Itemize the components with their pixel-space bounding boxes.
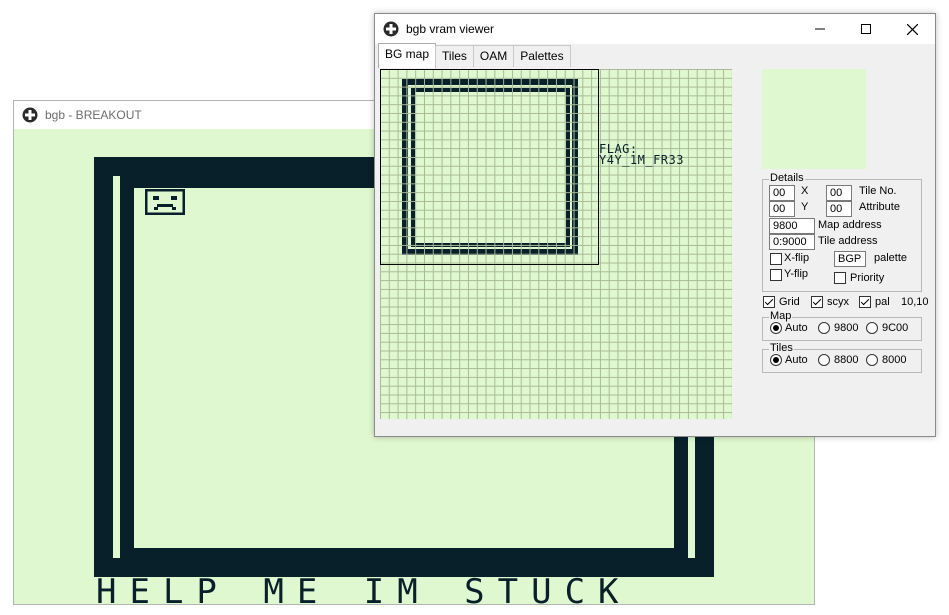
tiles-auto-label: Auto bbox=[785, 354, 808, 366]
tiles-8800-radio[interactable] bbox=[818, 354, 830, 366]
stuck-message: HELP ME IM STUCK bbox=[96, 572, 632, 604]
bgb-app-icon bbox=[22, 107, 38, 123]
palette-label: palette bbox=[874, 252, 908, 264]
tab-tiles[interactable]: Tiles bbox=[435, 45, 474, 67]
tiles-8000-radio[interactable] bbox=[866, 354, 878, 366]
tab-palettes[interactable]: Palettes bbox=[513, 45, 571, 67]
x-label: X bbox=[801, 185, 809, 197]
attribute-field[interactable]: 00 bbox=[826, 201, 852, 217]
attribute-label: Attribute bbox=[859, 201, 900, 213]
tile-address-field[interactable]: 0:9000 bbox=[769, 234, 815, 250]
bg-map-view[interactable]: FLAG: Y4Y_1M_FR33 bbox=[380, 69, 732, 419]
close-icon bbox=[906, 23, 918, 35]
y-field[interactable]: 00 bbox=[769, 201, 795, 217]
x-field[interactable]: 00 bbox=[769, 185, 795, 201]
close-button[interactable] bbox=[889, 14, 935, 44]
details-legend: Details bbox=[769, 172, 805, 184]
maximize-icon bbox=[861, 24, 871, 34]
tab-bar: BG map Tiles OAM Palettes bbox=[378, 43, 571, 68]
map-address-label: Map address bbox=[818, 219, 882, 231]
priority-label: Priority bbox=[850, 272, 885, 284]
bgb-app-icon bbox=[383, 21, 399, 37]
tiles-8800-label: 8800 bbox=[834, 354, 859, 366]
tile-no-field[interactable]: 00 bbox=[826, 185, 852, 201]
map-legend: Map bbox=[769, 310, 793, 322]
vram-viewer-window: bgb vram viewer BG map Tiles OAM Palette… bbox=[374, 13, 936, 437]
map-9800-radio[interactable] bbox=[818, 322, 830, 334]
map-9c00-radio[interactable] bbox=[866, 322, 878, 334]
y-label: Y bbox=[801, 201, 809, 213]
map-9800-label: 9800 bbox=[834, 322, 859, 334]
tab-oam[interactable]: OAM bbox=[472, 45, 515, 67]
y-flip-checkbox[interactable] bbox=[770, 269, 782, 281]
x-flip-checkbox[interactable] bbox=[770, 253, 782, 265]
vram-titlebar[interactable]: bgb vram viewer bbox=[375, 14, 935, 44]
tab-bg-map[interactable]: BG map bbox=[378, 43, 437, 68]
map-9c00-label: 9C00 bbox=[882, 322, 909, 334]
palette-field[interactable]: BGP bbox=[834, 251, 866, 267]
priority-checkbox[interactable] bbox=[834, 272, 846, 284]
pal-label: pal bbox=[875, 296, 890, 308]
y-flip-label: Y-flip bbox=[784, 268, 809, 280]
minimize-icon bbox=[815, 28, 825, 30]
sad-face-sprite bbox=[145, 189, 185, 215]
flag-text: FLAG: Y4Y_1M_FR33 bbox=[599, 142, 684, 167]
map-auto-label: Auto bbox=[785, 322, 808, 334]
tile-preview bbox=[762, 69, 866, 169]
tiles-legend: Tiles bbox=[769, 342, 794, 354]
tile-address-label: Tile address bbox=[818, 235, 878, 247]
viewport-rectangle bbox=[380, 69, 599, 265]
game-window-title: bgb - BREAKOUT bbox=[45, 108, 142, 122]
map-auto-radio[interactable] bbox=[770, 322, 782, 334]
vram-window-title: bgb vram viewer bbox=[406, 22, 495, 36]
tile-no-label: Tile No. bbox=[859, 185, 897, 197]
scyx-checkbox[interactable] bbox=[811, 296, 823, 308]
map-address-field[interactable]: 9800 bbox=[769, 218, 815, 234]
minimize-button[interactable] bbox=[797, 14, 843, 44]
pal-checkbox[interactable] bbox=[859, 296, 871, 308]
cursor-coords: 10,10 bbox=[901, 296, 929, 308]
maximize-button[interactable] bbox=[843, 14, 889, 44]
grid-label: Grid bbox=[779, 296, 800, 308]
tiles-auto-radio[interactable] bbox=[770, 354, 782, 366]
grid-checkbox[interactable] bbox=[763, 296, 775, 308]
tiles-8000-label: 8000 bbox=[882, 354, 907, 366]
x-flip-label: X-flip bbox=[784, 252, 810, 264]
scyx-label: scyx bbox=[827, 296, 849, 308]
